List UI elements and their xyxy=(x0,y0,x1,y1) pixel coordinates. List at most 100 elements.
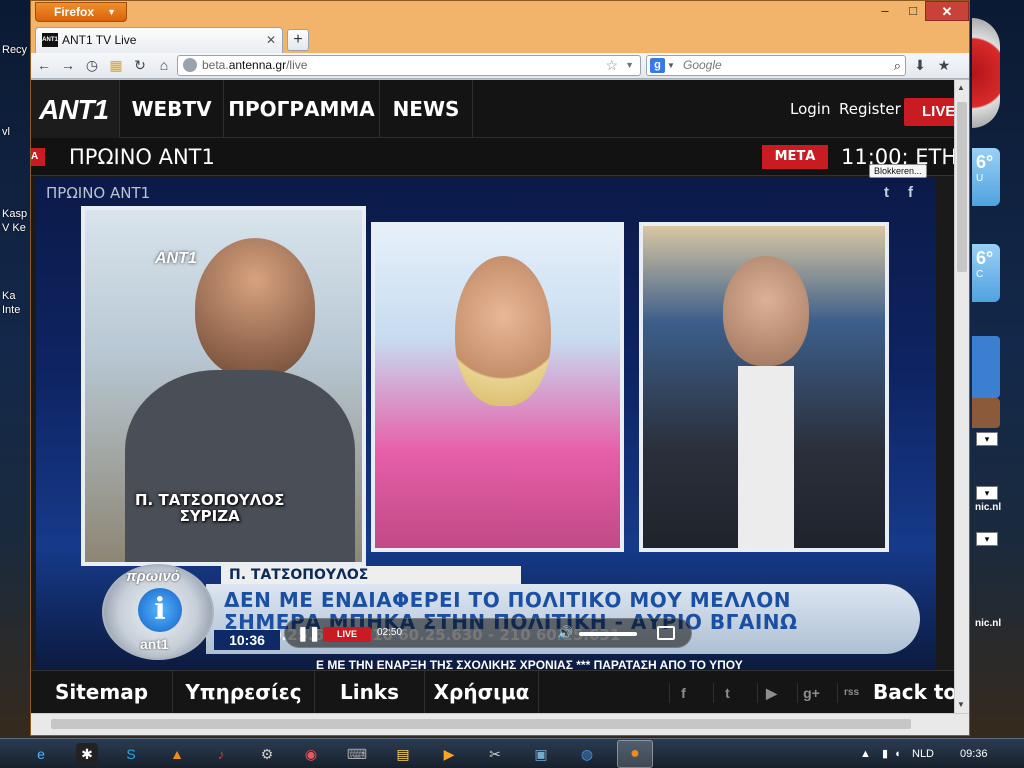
live-button[interactable]: LIVE xyxy=(904,98,954,126)
scroll-down-icon[interactable]: ▼ xyxy=(957,700,965,709)
google-engine-icon[interactable]: g xyxy=(650,58,665,73)
photo-gadget[interactable] xyxy=(972,398,1000,428)
weather-gadget[interactable]: 6° C xyxy=(972,244,1000,302)
vlc-icon[interactable]: ▲ xyxy=(166,743,188,765)
guest-caption: Π. ΤΑΤΣΟΠΟΥΛΟΣ ΣΥΡΙΖΑ xyxy=(135,492,284,524)
reload-icon[interactable]: ↻ xyxy=(131,56,149,74)
blocked-tooltip: Blokkeren... xyxy=(869,164,927,178)
horizontal-scrollbar[interactable] xyxy=(31,713,969,735)
globe-icon xyxy=(183,58,197,72)
live-badge[interactable]: LIVE xyxy=(323,627,371,642)
gadget-tile[interactable] xyxy=(972,336,1000,398)
paint-icon[interactable]: ◉ xyxy=(300,743,322,765)
back-to-top-link[interactable]: Back to xyxy=(873,671,954,713)
guest-name-caption: Π. ΤΑΤΣΟΠΟΥΛΟΣ xyxy=(135,491,285,509)
firefox-taskbar-button[interactable]: ● xyxy=(617,740,653,768)
skype-icon[interactable]: S xyxy=(120,743,142,765)
apps-icon[interactable]: ▦ xyxy=(107,56,125,74)
scroll-thumb[interactable] xyxy=(957,102,967,272)
network-tray-icon[interactable]: ▮ xyxy=(882,739,888,768)
network-icon[interactable]: ◍ xyxy=(576,743,598,765)
browser-window: Firefox ▼ – □ ✕ ANT1 ANT1 TV Live ✕ + ← … xyxy=(30,0,970,736)
desktop-icon-label[interactable]: Ka xyxy=(2,290,15,302)
chevron-down-icon[interactable]: ▾ xyxy=(976,432,998,446)
monitor-icon[interactable]: ▣ xyxy=(530,743,552,765)
history-icon[interactable]: ◷ xyxy=(83,56,101,74)
nav-news[interactable]: NEWS xyxy=(379,80,473,138)
chevron-down-icon[interactable]: ▼ xyxy=(667,56,675,75)
vertical-scrollbar[interactable]: ▲ ▼ xyxy=(954,80,969,713)
desktop-icon-label[interactable]: Recy xyxy=(2,44,27,56)
elapsed-time: 02:50 xyxy=(377,627,403,638)
new-tab-button[interactable]: + xyxy=(287,29,309,51)
video-player[interactable]: ΠΡΩΙΝΟ ANT1 t f ANT1 Π. ΤΑΤΣΟΠΟΥΛΟΣ ΣΥΡΙ… xyxy=(36,178,936,671)
desktop-icon-label[interactable]: Kasp xyxy=(2,208,27,220)
guest-party-caption: ΣΥΡΙΖΑ xyxy=(179,507,240,525)
taskbar: e ✱ S ▲ ♪ ⚙ ◉ ⌨ ▤ ▶ ✂ ▣ ◍ ● ▲ ▮ ◖ NLD 09… xyxy=(0,738,1024,768)
app-icon[interactable]: ✱ xyxy=(76,743,98,765)
facebook-icon[interactable]: f xyxy=(908,184,913,201)
ant1-logo[interactable]: ANT1 xyxy=(31,80,119,138)
clock[interactable]: 09:36 xyxy=(960,739,988,768)
url-bar[interactable]: beta.antenna.gr/live ☆ ▼ xyxy=(177,55,641,76)
desktop-icon-label[interactable]: vl xyxy=(2,126,10,138)
guest-figure xyxy=(195,238,315,378)
ie-icon[interactable]: e xyxy=(30,743,52,765)
url-path: /live xyxy=(286,58,308,72)
rss-icon[interactable]: rss xyxy=(837,683,865,703)
clock-gadget[interactable] xyxy=(972,18,1000,128)
title-bar[interactable]: Firefox ▼ – □ ✕ xyxy=(31,1,969,25)
scroll-thumb[interactable] xyxy=(51,719,911,729)
media-icon[interactable]: ♪ xyxy=(210,743,232,765)
download-icon[interactable]: ⬇ xyxy=(911,56,929,74)
weather-sub: U xyxy=(976,173,984,184)
keyboard-icon[interactable]: ⌨ xyxy=(346,743,368,765)
footer-links[interactable]: Links xyxy=(315,671,425,713)
tab-ant1-live[interactable]: ANT1 ANT1 TV Live ✕ xyxy=(35,27,283,53)
nav-webtv[interactable]: WEBTV xyxy=(119,80,223,138)
volume-icon[interactable]: 🔊 xyxy=(557,625,573,641)
settings-icon[interactable]: ⚙ xyxy=(256,743,278,765)
google-plus-icon[interactable]: g+ xyxy=(797,683,825,703)
chevron-down-icon[interactable]: ▼ xyxy=(625,56,634,75)
bookmark-star-icon[interactable]: ☆ xyxy=(605,56,618,75)
volume-tray-icon[interactable]: ◖ xyxy=(894,739,901,768)
search-input[interactable]: g ▼ Google ⌕ xyxy=(646,55,906,76)
search-icon[interactable]: ⌕ xyxy=(894,56,901,75)
twitter-icon[interactable]: t xyxy=(713,683,741,703)
footer-useful[interactable]: Χρήσιμα xyxy=(425,671,539,713)
language-indicator[interactable]: NLD xyxy=(912,739,934,768)
notes-icon[interactable]: ▤ xyxy=(392,743,414,765)
youtube-icon[interactable]: ▶ xyxy=(757,683,785,703)
volume-slider[interactable] xyxy=(579,632,637,636)
fullscreen-icon[interactable] xyxy=(657,626,675,640)
home-icon[interactable]: ⌂ xyxy=(155,56,173,74)
firefox-menu-button[interactable]: Firefox ▼ xyxy=(35,2,127,22)
weather-gadget[interactable]: 6° U xyxy=(972,148,1000,206)
gadget-text: nic.nl xyxy=(975,618,1002,629)
lower-third-graphic: Π. ΤΑΤΣΟΠΟΥΛΟΣ ΔΕΝ ΜΕ ΕΝΔΙΑΦΕΡΕΙ ΤΟ ΠΟΛΙ… xyxy=(76,564,926,671)
desktop-icon-label[interactable]: V Ke xyxy=(2,222,26,234)
facebook-icon[interactable]: f xyxy=(669,683,697,703)
tray-arrow-icon[interactable]: ▲ xyxy=(860,739,871,768)
media-player-icon[interactable]: ▶ xyxy=(438,743,460,765)
chevron-down-icon[interactable]: ▾ xyxy=(976,486,998,500)
footer-services[interactable]: Υπηρεσίες xyxy=(173,671,315,713)
footer-sitemap[interactable]: Sitemap xyxy=(31,671,173,713)
tool-icon[interactable]: ✂ xyxy=(484,743,506,765)
desktop-icon-label[interactable]: Inte xyxy=(2,304,20,316)
close-tab-icon[interactable]: ✕ xyxy=(266,28,276,52)
forward-icon[interactable]: → xyxy=(59,56,77,74)
maximize-button[interactable]: □ xyxy=(899,1,927,21)
minimize-button[interactable]: – xyxy=(871,1,899,21)
twitter-icon[interactable]: t xyxy=(884,184,889,201)
close-button[interactable]: ✕ xyxy=(925,1,969,21)
pause-icon[interactable]: ❚❚ xyxy=(297,625,320,642)
nav-programma[interactable]: ΠΡΟΓΡΑΜΜΑ xyxy=(223,80,379,138)
chevron-down-icon[interactable]: ▾ xyxy=(976,532,998,546)
back-icon[interactable]: ← xyxy=(35,56,53,74)
bookmarks-menu-icon[interactable]: ★ xyxy=(935,56,953,74)
register-link[interactable]: Register xyxy=(839,80,901,138)
login-link[interactable]: Login xyxy=(790,80,830,138)
scroll-up-icon[interactable]: ▲ xyxy=(957,83,965,92)
